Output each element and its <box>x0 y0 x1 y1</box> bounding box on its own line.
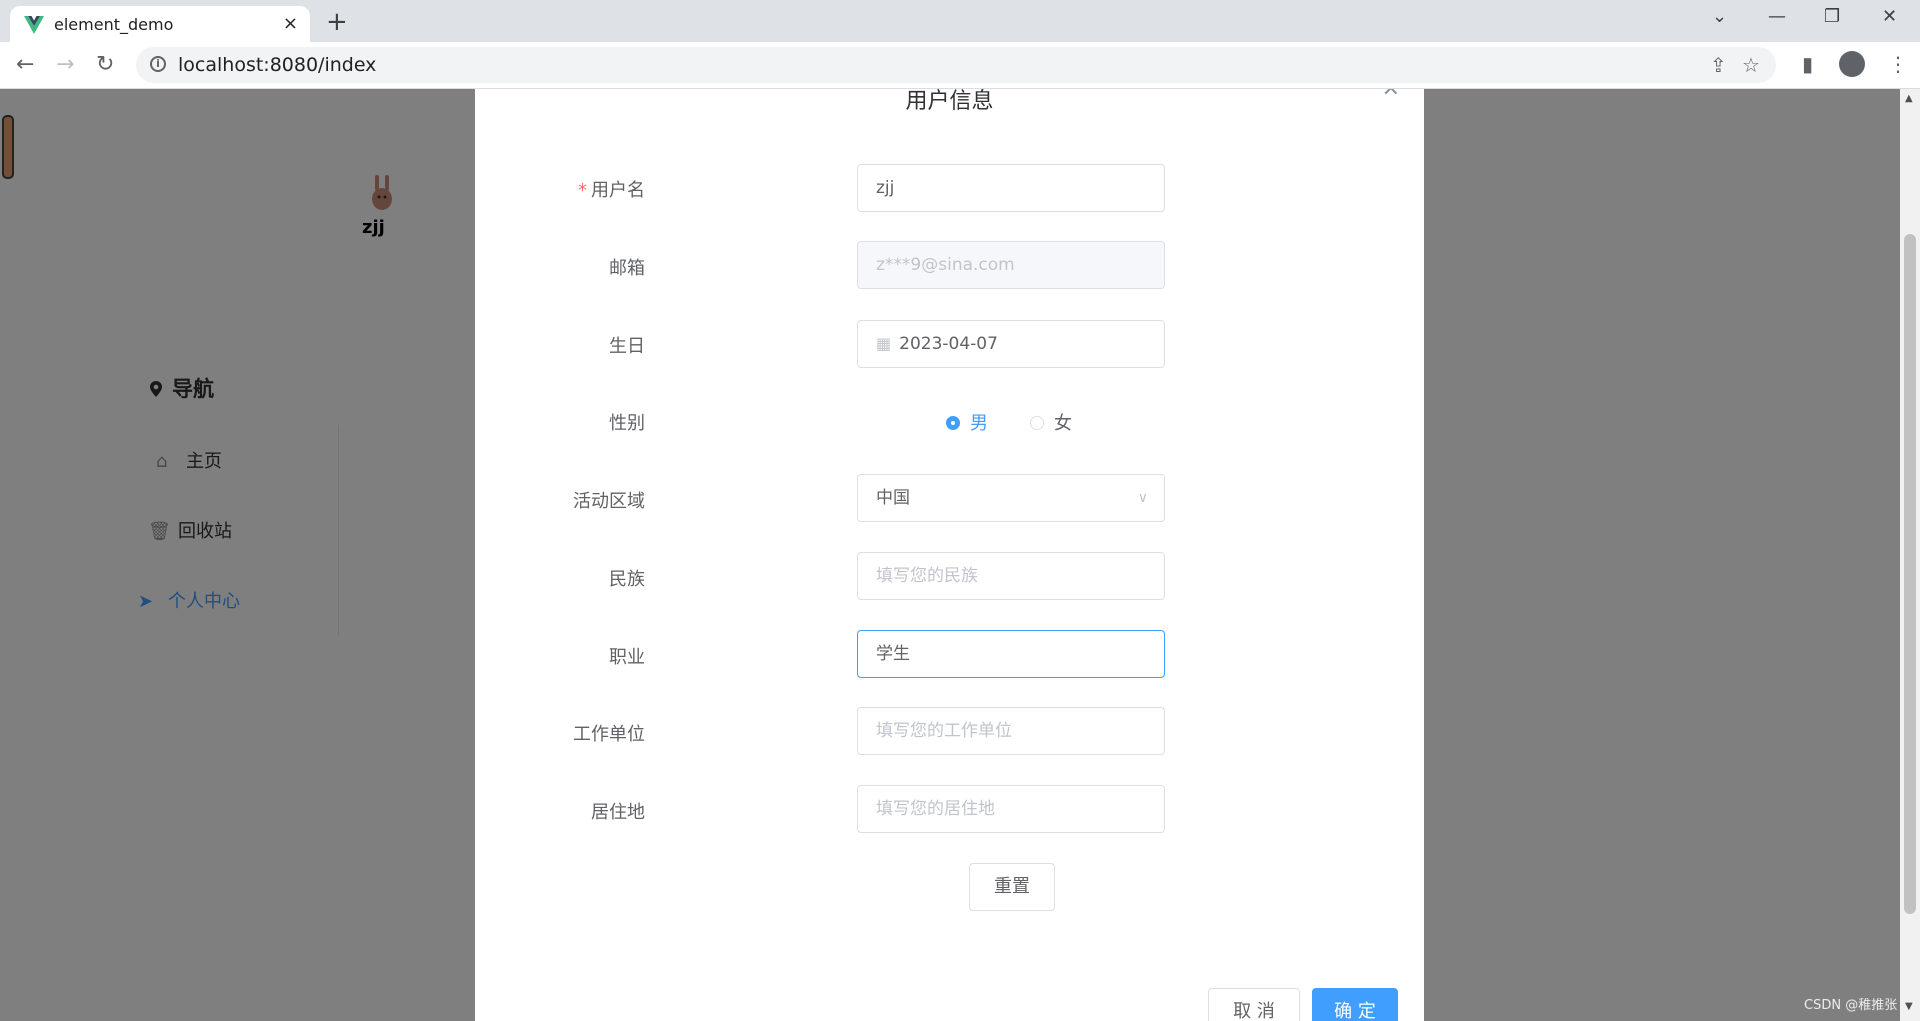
reload-icon[interactable]: ↻ <box>96 52 114 77</box>
residence-label: 居住地 <box>591 802 645 823</box>
reset-button[interactable]: 重置 <box>969 863 1055 911</box>
username-label: * 用户名 <box>578 180 645 201</box>
scrollbar-thumb[interactable] <box>1904 234 1916 914</box>
employer-label: 工作单位 <box>573 724 645 745</box>
omnibox[interactable]: i localhost:8080/index ⇪ ☆ <box>136 47 1776 83</box>
page-viewport: zjj 导航 ⌂主页 🗑回收站 ➤个人中心 用户信息 ✕ *用户名 zjj 邮箱… <box>0 89 1900 1021</box>
region-label: 活动区域 <box>573 491 645 512</box>
watermark: CSDN @稚推张 <box>1804 998 1898 1013</box>
gender-radio-female[interactable]: 女 <box>1030 409 1072 435</box>
cancel-button[interactable]: 取 消 <box>1208 988 1300 1021</box>
minimize-icon[interactable]: — <box>1768 6 1786 27</box>
birthday-date-picker[interactable]: ▦ 2023-04-07 <box>857 320 1165 368</box>
url-text[interactable]: localhost:8080/index <box>178 54 376 76</box>
window-close-icon[interactable]: ✕ <box>1882 6 1897 27</box>
site-info-icon[interactable]: i <box>150 56 166 72</box>
share-icon[interactable]: ⇪ <box>1710 53 1727 77</box>
tab-close-icon[interactable]: × <box>283 13 298 34</box>
confirm-button[interactable]: 确 定 <box>1312 988 1398 1021</box>
email-input: z***9@sina.com <box>857 241 1165 289</box>
user-info-dialog: 用户信息 ✕ * 用户名 zjj 邮箱 z***9@sina.com 生日 ▦ 20… <box>475 89 1424 1021</box>
gender-label: 性别 <box>609 413 645 434</box>
menu-kebab-icon[interactable]: ⋮ <box>1888 52 1908 76</box>
back-icon[interactable]: ← <box>16 52 34 77</box>
scroll-up-arrow-icon[interactable]: ▲ <box>1905 93 1913 104</box>
vue-logo-icon <box>24 16 44 34</box>
occupation-input[interactable]: 学生 <box>857 630 1165 678</box>
profile-avatar-icon[interactable] <box>1839 51 1865 77</box>
address-bar-row: ← → ↻ i localhost:8080/index ⇪ ☆ ▮ ⋮ <box>0 42 1920 89</box>
chevron-down-icon: ∨ <box>1137 490 1148 506</box>
new-tab-button[interactable]: + <box>326 7 348 37</box>
occupation-label: 职业 <box>609 647 645 668</box>
employer-input[interactable]: 填写您的工作单位 <box>857 707 1165 755</box>
birthday-label: 生日 <box>609 336 645 357</box>
side-panel-icon[interactable]: ▮ <box>1802 52 1813 76</box>
username-input[interactable]: zjj <box>857 164 1165 212</box>
radio-unchecked-icon <box>1030 416 1044 430</box>
page-scrollbar[interactable]: ▲ ▼ <box>1900 89 1920 1021</box>
residence-input[interactable]: 填写您的居住地 <box>857 785 1165 833</box>
browser-tab-bar: element_demo × + ⌄ — ❐ ✕ <box>0 0 1920 42</box>
region-select[interactable]: 中国 ∨ <box>857 474 1165 522</box>
dialog-title: 用户信息 <box>905 89 994 114</box>
dialog-close-icon[interactable]: ✕ <box>1382 89 1400 102</box>
tab-search-chevron-icon[interactable]: ⌄ <box>1712 6 1727 27</box>
bookmark-star-icon[interactable]: ☆ <box>1742 53 1760 77</box>
ethnicity-input[interactable]: 填写您的民族 <box>857 552 1165 600</box>
required-asterisk: * <box>578 180 587 201</box>
radio-checked-icon <box>946 416 960 430</box>
ethnicity-label: 民族 <box>609 569 645 590</box>
forward-icon[interactable]: → <box>56 52 74 77</box>
email-label: 邮箱 <box>609 258 645 279</box>
restore-icon[interactable]: ❐ <box>1824 6 1840 27</box>
gender-radio-male[interactable]: 男 <box>946 409 988 435</box>
browser-tab[interactable]: element_demo × <box>10 6 310 42</box>
tab-title: element_demo <box>54 15 174 34</box>
calendar-icon: ▦ <box>876 334 892 353</box>
scroll-down-arrow-icon[interactable]: ▼ <box>1905 1001 1913 1012</box>
